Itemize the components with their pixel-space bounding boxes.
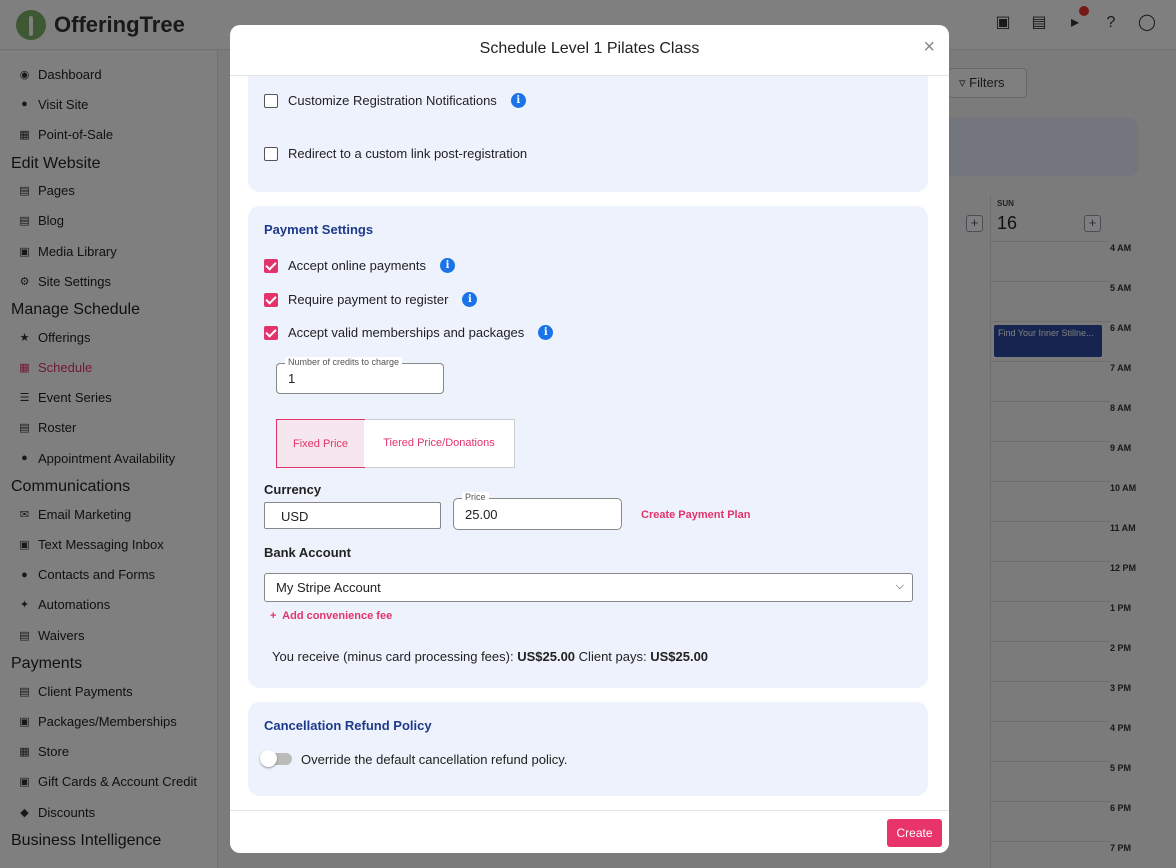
credits-field-value: 1 (288, 371, 296, 386)
credits-field-label: Number of credits to charge (285, 357, 403, 367)
accept-online-label: Accept online payments (288, 258, 427, 273)
require-payment-label: Require payment to register (288, 292, 449, 307)
price-field[interactable]: Price 25.00 (453, 492, 622, 530)
create-payment-plan-link[interactable]: Create Payment Plan (641, 509, 750, 521)
accept-memberships-label: Accept valid memberships and packages (288, 325, 525, 340)
info-icon[interactable]: i (510, 93, 526, 108)
bank-account-value: My Stripe Account (276, 580, 381, 595)
price-field-value: 25.00 (465, 507, 498, 522)
plus-icon: + (270, 610, 277, 622)
modal-title: Schedule Level 1 Pilates Class (479, 40, 700, 57)
payment-settings-title: Payment Settings (264, 222, 374, 237)
currency-value: USD (281, 509, 309, 524)
add-convenience-fee-link[interactable]: + Add convenience fee (270, 610, 392, 622)
bank-account-heading: Bank Account (264, 545, 351, 560)
customize-notifications-checkbox[interactable] (264, 93, 278, 108)
currency-field[interactable]: USD (264, 502, 441, 529)
cancellation-policy-card: Cancellation Refund Policy Override the … (248, 702, 928, 796)
redirect-label: Redirect to a custom link post-registrat… (288, 146, 528, 161)
pricing-tabs: Fixed Price Tiered Price/Donations (276, 419, 515, 468)
info-icon[interactable]: i (440, 258, 456, 273)
accept-memberships-checkbox[interactable] (264, 325, 278, 340)
modal-footer: Create (230, 810, 949, 853)
currency-heading: Currency (264, 482, 322, 497)
override-policy-label: Override the default cancellation refund… (301, 752, 568, 767)
redirect-row[interactable]: Redirect to a custom link post-registrat… (264, 146, 527, 161)
client-pays-amount: US$25.00 (650, 649, 709, 664)
require-payment-checkbox[interactable] (264, 292, 278, 307)
accept-online-checkbox[interactable] (264, 258, 278, 273)
customize-notifications-row[interactable]: Customize Registration Notifications i (264, 93, 526, 108)
credits-field[interactable]: Number of credits to charge 1 (276, 357, 444, 394)
price-field-label: Price (462, 492, 489, 502)
cancellation-title: Cancellation Refund Policy (264, 718, 432, 733)
info-icon[interactable]: i (462, 292, 478, 307)
override-policy-toggle[interactable] (260, 750, 292, 767)
customize-notifications-label: Customize Registration Notifications (288, 93, 497, 108)
bank-account-select[interactable]: My Stripe Account ⌵ (264, 573, 913, 602)
accept-memberships-row[interactable]: Accept valid memberships and packages i (264, 325, 554, 340)
registration-settings-card: Customize Registration Notifications i R… (248, 76, 928, 192)
payment-settings-card: Payment Settings Accept online payments … (248, 206, 928, 688)
require-payment-row[interactable]: Require payment to register i (264, 292, 478, 307)
modal-header: Schedule Level 1 Pilates Class × (230, 25, 949, 76)
receive-amount: US$25.00 (517, 649, 576, 664)
create-button[interactable]: Create (887, 819, 942, 847)
accept-online-row[interactable]: Accept online payments i (264, 258, 456, 273)
chevron-down-icon: ⌵ (895, 580, 904, 592)
redirect-checkbox[interactable] (264, 146, 278, 161)
info-icon[interactable]: i (538, 325, 554, 340)
close-icon[interactable]: × (923, 37, 935, 57)
tab-tiered-price[interactable]: Tiered Price/Donations (364, 420, 514, 467)
modal-body[interactable]: Customize Registration Notifications i R… (230, 76, 949, 810)
schedule-class-modal: Schedule Level 1 Pilates Class × Customi… (230, 25, 949, 853)
tab-fixed-price[interactable]: Fixed Price (276, 419, 365, 468)
payment-summary: You receive (minus card processing fees)… (272, 649, 709, 664)
